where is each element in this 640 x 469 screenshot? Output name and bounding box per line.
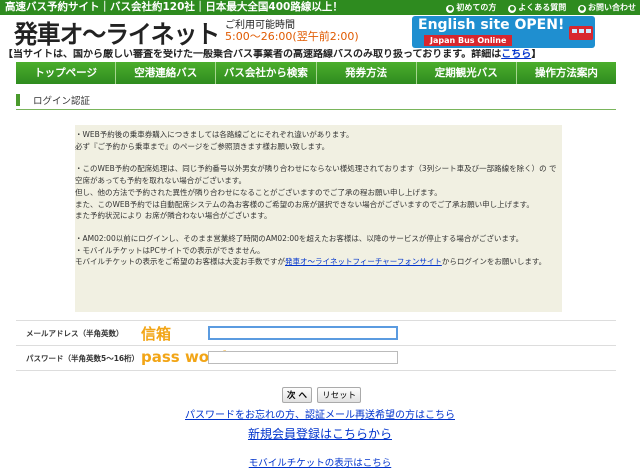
nav-sightseeing-bus[interactable]: 定期観光バス xyxy=(416,62,517,84)
contact-link[interactable]: ● お問い合わせ xyxy=(578,3,636,13)
site-tagline: 高速バス予約サイト｜バス会社約120社｜日本最大全国400路線以上！ xyxy=(5,1,343,13)
next-button[interactable]: 次 へ xyxy=(282,387,312,403)
top-links: ● 初めての方 ● よくある質問 ● お問い合わせ xyxy=(437,0,636,15)
notice-bar: 【当サイトは、国から厳しい審査を受けた一般乗合バス事業者の高速路線バスのみ取り扱… xyxy=(3,49,639,61)
section-marker xyxy=(16,94,20,106)
question-icon: ● xyxy=(508,5,517,13)
password-row: パスワード（半角英数5〜16桁） pass word xyxy=(16,346,616,371)
nav-airport-bus[interactable]: 空港連絡バス xyxy=(116,62,217,84)
info-paragraph-3: ・AM02:00以前にログインし、そのまま営業終了時間のAM02:00を超えたお… xyxy=(75,233,524,255)
notice-detail-link[interactable]: こちら xyxy=(501,49,531,60)
info-icon: ● xyxy=(446,5,455,13)
mobile-ticket-link[interactable]: モバイルチケットの表示はこちら xyxy=(0,455,640,469)
hours-value: 5:00〜26:00(翌午前2:00) xyxy=(225,30,359,43)
mail-icon: ● xyxy=(578,5,586,13)
login-form: メールアドレス（半角英数） 信箱 パスワード（半角英数5〜16桁） pass w… xyxy=(16,320,616,371)
notice-close: 】 xyxy=(531,49,542,60)
email-label: メールアドレス（半角英数） xyxy=(26,329,124,338)
section-header: ログイン認証 xyxy=(16,93,616,110)
info-paragraph-2: ・このWEB予約の配席処理は、同じ予約番号以外男女が隣り合わせにならない様処理さ… xyxy=(75,164,557,221)
info-paragraph-1: ・WEB予約後の乗車券購入につきましては各路線ごとにそれぞれ違いがあります。 必… xyxy=(75,130,354,151)
password-input[interactable] xyxy=(208,351,398,364)
info-paragraph-4: モバイルチケットの表示をご希望のお客様は大変お手数ですが発車オ〜ライネットフィー… xyxy=(75,257,547,267)
notice-text: 【当サイトは、国から厳しい審査を受けた一般乗合バス事業者の高速路線バスのみ取り扱… xyxy=(3,49,502,60)
bus-icon xyxy=(569,26,593,40)
english-site-banner[interactable]: English site OPEN! Japan Bus Online xyxy=(412,16,595,48)
form-buttons: 次 へ リセット xyxy=(282,383,362,403)
first-time-link[interactable]: ● 初めての方 xyxy=(446,3,496,13)
signup-link[interactable]: 新規会員登録はこちらから xyxy=(0,425,640,442)
top-bar: 高速バス予約サイト｜バス会社約120社｜日本最大全国400路線以上！ ● 初めての… xyxy=(0,0,640,15)
reset-button[interactable]: リセット xyxy=(317,387,362,403)
email-row: メールアドレス（半角英数） 信箱 xyxy=(16,320,616,346)
email-input[interactable] xyxy=(208,326,398,340)
feature-phone-site-link[interactable]: 発車オ〜ライネットフィーチャーフォンサイト xyxy=(285,257,442,266)
password-label: パスワード（半角英数5〜16桁） xyxy=(26,354,140,363)
nav-ticketing[interactable]: 発券方法 xyxy=(316,62,417,84)
info-box: ・WEB予約後の乗車券購入につきましては各路線ごとにそれぞれ違いがあります。 必… xyxy=(75,125,562,312)
english-banner-title: English site OPEN! xyxy=(418,17,565,33)
nav-top-page[interactable]: トップページ xyxy=(16,62,117,84)
nav-guide[interactable]: 操作方法案内 xyxy=(516,62,617,84)
page-title: ログイン認証 xyxy=(33,96,91,107)
faq-link[interactable]: ● よくある質問 xyxy=(508,3,566,13)
english-banner-subtitle: Japan Bus Online xyxy=(424,35,513,46)
site-logo[interactable]: 発車オ〜ライネット xyxy=(14,15,220,51)
nav-search-by-company[interactable]: バス会社から検索 xyxy=(216,62,317,84)
main-nav: トップページ 空港連絡バス バス会社から検索 発券方法 定期観光バス 操作方法案… xyxy=(16,62,617,84)
email-annotation: 信箱 xyxy=(141,325,172,343)
forgot-password-link[interactable]: パスワードをお忘れの方、認証メール再送希望の方はこちら xyxy=(0,406,640,421)
